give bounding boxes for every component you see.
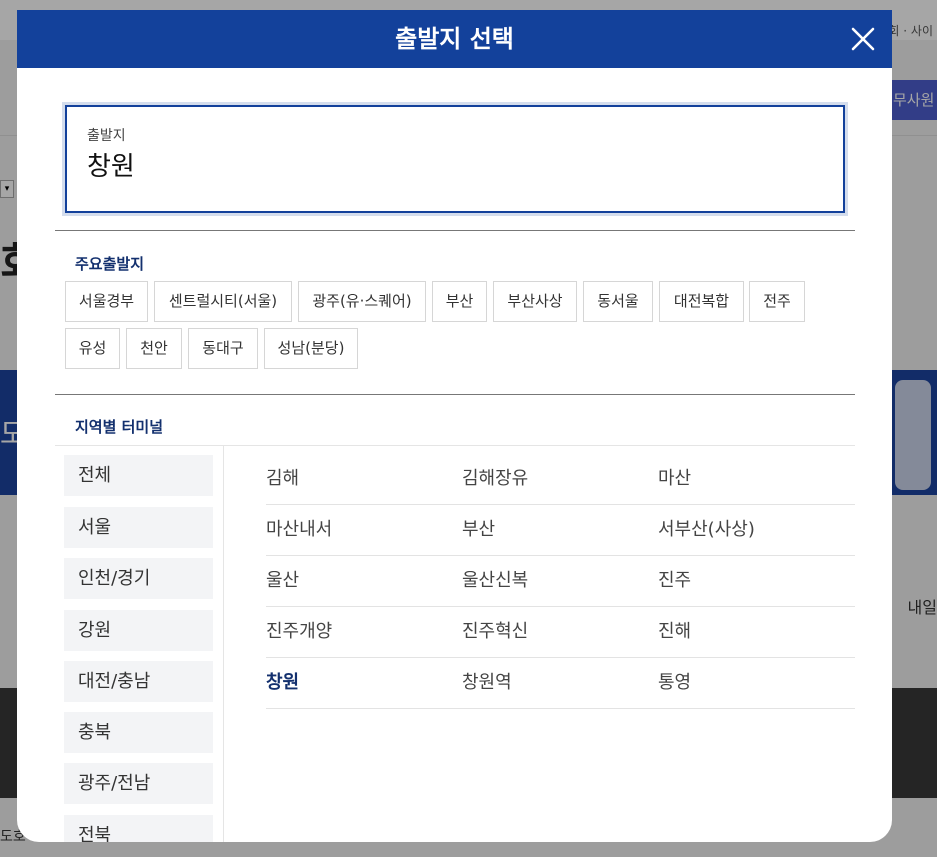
chip-daejeon-complex[interactable]: 대전복합 <box>659 281 744 322</box>
chip-busan-sasang[interactable]: 부산사상 <box>493 281 577 322</box>
region-gwangju-jeonnam[interactable]: 광주/전남 <box>64 763 213 804</box>
terminal-row: 울산 울산신복 진주 <box>266 556 855 607</box>
chip-dong-daegu[interactable]: 동대구 <box>188 328 258 369</box>
terminal-item[interactable]: 울산신복 <box>462 556 528 606</box>
terminal-item[interactable]: 진주개양 <box>266 607 332 657</box>
region-incheon-gyeonggi[interactable]: 인천/경기 <box>64 558 213 599</box>
terminal-item[interactable]: 김해 <box>266 454 299 504</box>
terminal-item[interactable]: 김해장유 <box>462 454 528 504</box>
chip-seoul-gyeongbu[interactable]: 서울경부 <box>65 281 148 322</box>
column-divider <box>223 446 224 842</box>
origin-label: 출발지 <box>87 128 126 144</box>
terminal-row: 창원 창원역 통영 <box>266 658 855 709</box>
terminal-row: 김해 김해장유 마산 <box>266 454 855 505</box>
chip-gwangju[interactable]: 광주(유·스퀘어) <box>298 281 426 322</box>
chip-dong-seoul[interactable]: 동서울 <box>583 281 653 322</box>
close-icon <box>851 27 875 51</box>
terminal-item[interactable]: 서부산(사상) <box>658 505 755 555</box>
region-chungbuk[interactable]: 충북 <box>64 712 213 753</box>
terminal-item[interactable]: 부산 <box>462 505 495 555</box>
terminal-item[interactable]: 창원역 <box>462 658 512 708</box>
region-jeonbuk[interactable]: 전북 <box>64 815 213 842</box>
region-daejeon-chungnam[interactable]: 대전/충남 <box>64 661 213 702</box>
terminal-item[interactable]: 마산내서 <box>266 505 332 555</box>
chip-yuseong[interactable]: 유성 <box>65 328 120 369</box>
terminal-row: 진주개양 진주혁신 진해 <box>266 607 855 658</box>
terminal-item[interactable]: 진해 <box>658 607 691 657</box>
terminal-item[interactable]: 통영 <box>658 658 691 708</box>
divider <box>55 394 855 395</box>
divider <box>55 445 855 446</box>
origin-field[interactable]: 출발지 <box>65 105 845 213</box>
terminal-item[interactable]: 마산 <box>658 454 691 504</box>
regional-terminals-title: 지역별 터미널 <box>75 418 164 436</box>
chip-cheonan[interactable]: 천안 <box>126 328 182 369</box>
chip-busan[interactable]: 부산 <box>432 281 487 322</box>
chip-seongnam[interactable]: 성남(분당) <box>264 328 358 369</box>
region-seoul[interactable]: 서울 <box>64 507 213 548</box>
divider <box>55 230 855 231</box>
region-gangwon[interactable]: 강원 <box>64 610 213 651</box>
close-button[interactable] <box>848 24 878 54</box>
modal-header: 출발지 선택 <box>17 10 892 68</box>
region-all[interactable]: 전체 <box>64 455 213 496</box>
origin-select-modal: 출발지 선택 출발지 주요출발지 서울경부 센트럴시티(서울) 광주(유·스퀘어… <box>17 10 892 842</box>
terminal-item-selected[interactable]: 창원 <box>266 658 299 708</box>
major-terminals-title: 주요출발지 <box>75 255 145 273</box>
terminal-item[interactable]: 진주 <box>658 556 691 606</box>
terminal-item[interactable]: 진주혁신 <box>462 607 528 657</box>
chip-central-city[interactable]: 센트럴시티(서울) <box>154 281 292 322</box>
origin-input[interactable] <box>87 149 687 179</box>
modal-title: 출발지 선택 <box>395 25 514 53</box>
chip-jeonju[interactable]: 전주 <box>749 281 805 322</box>
terminal-row: 마산내서 부산 서부산(사상) <box>266 505 855 556</box>
terminal-item[interactable]: 울산 <box>266 556 299 606</box>
